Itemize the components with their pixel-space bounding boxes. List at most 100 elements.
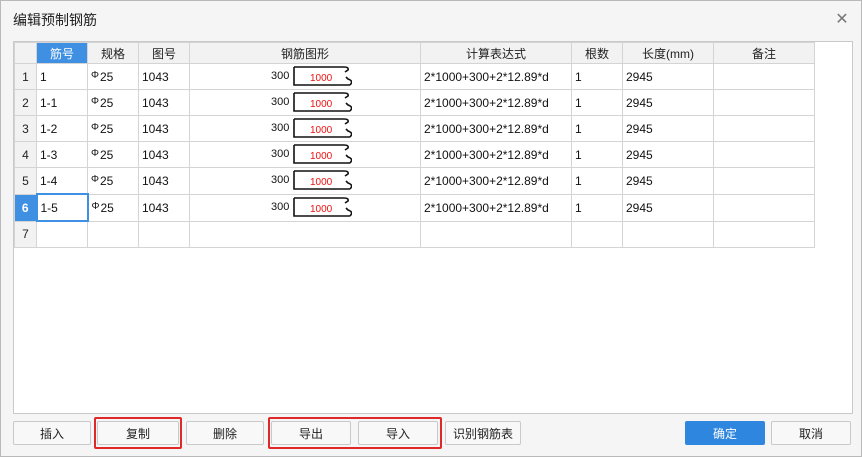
figure-no-cell[interactable]: [138, 220, 190, 248]
bar-shape-cell[interactable]: 300 1000: [189, 89, 421, 116]
col-header-spec[interactable]: 规格: [87, 42, 139, 64]
recognize-rebar-table-button[interactable]: 识别钢筋表: [445, 421, 521, 445]
bar-shape-cell[interactable]: [189, 220, 421, 248]
title-bar: 编辑预制钢筋 ✕: [1, 1, 861, 37]
cancel-button[interactable]: 取消: [771, 421, 851, 445]
table-row[interactable]: 1 1 Φ25 1043 300 1000 2*1000+300+2*12.89*d 1 294…: [14, 63, 815, 90]
col-header-figure-no[interactable]: 图号: [138, 42, 190, 64]
grade-symbol-icon: Φ: [91, 69, 99, 81]
spec-cell[interactable]: Φ25: [87, 115, 139, 142]
spec-value: 25: [100, 200, 114, 215]
spec-cell[interactable]: Φ25: [87, 63, 139, 90]
count-cell[interactable]: 1: [571, 89, 623, 116]
row-number[interactable]: 6: [14, 193, 37, 222]
delete-button[interactable]: 删除: [186, 421, 264, 445]
col-header-count[interactable]: 根数: [571, 42, 623, 64]
table-row[interactable]: 2 1-1 Φ25 1043 300 1000 2*1000+300+2*12.89*d 1 2…: [14, 89, 815, 116]
bar-shape-drawing: 300 1000: [193, 168, 420, 193]
expression-cell[interactable]: 2*1000+300+2*12.89*d: [420, 89, 572, 116]
bar-shape-cell[interactable]: 300 1000: [189, 115, 421, 142]
figure-no-cell[interactable]: 1043: [138, 193, 190, 222]
bar-no-cell[interactable]: 1-5: [35, 193, 89, 222]
note-cell[interactable]: [713, 193, 815, 222]
shape-left-length: 300: [271, 96, 290, 108]
figure-no-cell[interactable]: 1043: [138, 63, 190, 90]
spec-cell[interactable]: Φ25: [87, 141, 139, 168]
count-cell[interactable]: 1: [571, 167, 623, 195]
length-cell[interactable]: 2945: [622, 63, 714, 90]
expression-cell[interactable]: 2*1000+300+2*12.89*d: [420, 141, 572, 168]
table-row[interactable]: 3 1-2 Φ25 1043 300 1000 2*1000+300+2*12.89*d 1 2…: [14, 115, 815, 142]
spec-value: 25: [99, 95, 114, 110]
bar-shape-cell[interactable]: 300 1000: [189, 63, 421, 90]
length-cell[interactable]: 2945: [622, 89, 714, 116]
table-row[interactable]: 7: [14, 220, 815, 248]
shape-mid-length: 1000: [310, 99, 333, 110]
spec-cell[interactable]: Φ25: [87, 167, 139, 195]
row-number[interactable]: 4: [14, 141, 37, 168]
col-header-expression[interactable]: 计算表达式: [420, 42, 572, 64]
count-cell[interactable]: [571, 220, 623, 248]
shape-mid-length: 1000: [310, 151, 333, 162]
row-number[interactable]: 3: [14, 115, 37, 142]
expression-cell[interactable]: [420, 220, 572, 248]
count-cell[interactable]: 1: [571, 141, 623, 168]
count-cell[interactable]: 1: [571, 193, 623, 222]
bar-no-cell[interactable]: 1-4: [36, 167, 88, 195]
spec-cell[interactable]: [87, 220, 139, 248]
expression-cell[interactable]: 2*1000+300+2*12.89*d: [420, 167, 572, 195]
note-cell[interactable]: [713, 115, 815, 142]
spec-value: 25: [99, 121, 114, 136]
bar-no-cell[interactable]: 1-2: [36, 115, 88, 142]
col-header-length[interactable]: 长度(mm): [622, 42, 714, 64]
note-cell[interactable]: [713, 220, 815, 248]
figure-no-cell[interactable]: 1043: [138, 167, 190, 195]
table-row[interactable]: 5 1-4 Φ25 1043 300 1000 2*1000+300+2*12.89*d 1 2…: [14, 167, 815, 195]
count-cell[interactable]: 1: [571, 115, 623, 142]
spec-cell[interactable]: Φ25: [87, 89, 139, 116]
expression-cell[interactable]: 2*1000+300+2*12.89*d: [420, 193, 572, 222]
length-cell[interactable]: 2945: [622, 193, 714, 222]
col-header-bar-shape[interactable]: 钢筋图形: [189, 42, 421, 64]
expression-cell[interactable]: 2*1000+300+2*12.89*d: [420, 115, 572, 142]
col-header-note[interactable]: 备注: [713, 42, 815, 64]
rebar-grid: 筋号 规格 图号 钢筋图形 计算表达式 根数 长度(mm) 备注 1 1 Φ25 10…: [14, 42, 815, 248]
close-icon[interactable]: ✕: [833, 10, 851, 28]
insert-button[interactable]: 插入: [13, 421, 91, 445]
note-cell[interactable]: [713, 63, 815, 90]
spec-cell[interactable]: Φ25: [87, 193, 139, 222]
table-row[interactable]: 4 1-3 Φ25 1043 300 1000 2*1000+300+2*12.89*d 1 2…: [14, 141, 815, 168]
shape-left-length: 300: [271, 201, 290, 213]
length-cell[interactable]: 2945: [622, 115, 714, 142]
shape-left-length: 300: [271, 174, 290, 187]
row-number[interactable]: 5: [14, 167, 37, 195]
bar-shape-cell[interactable]: 300 1000: [189, 167, 421, 195]
shape-mid-length: 1000: [310, 73, 333, 84]
highlight-box-copy: [94, 417, 182, 449]
note-cell[interactable]: [713, 141, 815, 168]
length-cell[interactable]: 2945: [622, 141, 714, 168]
table-row[interactable]: 6 1-5 Φ25 1043 300 1000 2*1000+300+2*12.89*d 1 2…: [14, 193, 815, 222]
count-cell[interactable]: 1: [571, 63, 623, 90]
row-number[interactable]: 1: [14, 63, 37, 90]
row-number[interactable]: 2: [14, 89, 37, 116]
figure-no-cell[interactable]: 1043: [138, 115, 190, 142]
grade-symbol-icon: Φ: [91, 173, 99, 185]
figure-no-cell[interactable]: 1043: [138, 89, 190, 116]
col-header-bar-no[interactable]: 筋号: [36, 42, 88, 64]
note-cell[interactable]: [713, 89, 815, 116]
length-cell[interactable]: 2945: [622, 167, 714, 195]
bar-no-cell[interactable]: 1-1: [36, 89, 88, 116]
length-cell[interactable]: [622, 220, 714, 248]
bar-shape-cell[interactable]: 300 1000: [189, 141, 421, 168]
ok-button[interactable]: 确定: [685, 421, 765, 445]
note-cell[interactable]: [713, 167, 815, 195]
bar-no-cell[interactable]: [36, 220, 88, 248]
dialog-title: 编辑预制钢筋: [13, 13, 97, 29]
bar-no-cell[interactable]: 1-3: [36, 141, 88, 168]
row-number[interactable]: 7: [14, 220, 37, 248]
figure-no-cell[interactable]: 1043: [138, 141, 190, 168]
bar-shape-cell[interactable]: 300 1000: [189, 193, 421, 222]
expression-cell[interactable]: 2*1000+300+2*12.89*d: [420, 63, 572, 90]
bar-no-cell[interactable]: 1: [36, 63, 88, 90]
